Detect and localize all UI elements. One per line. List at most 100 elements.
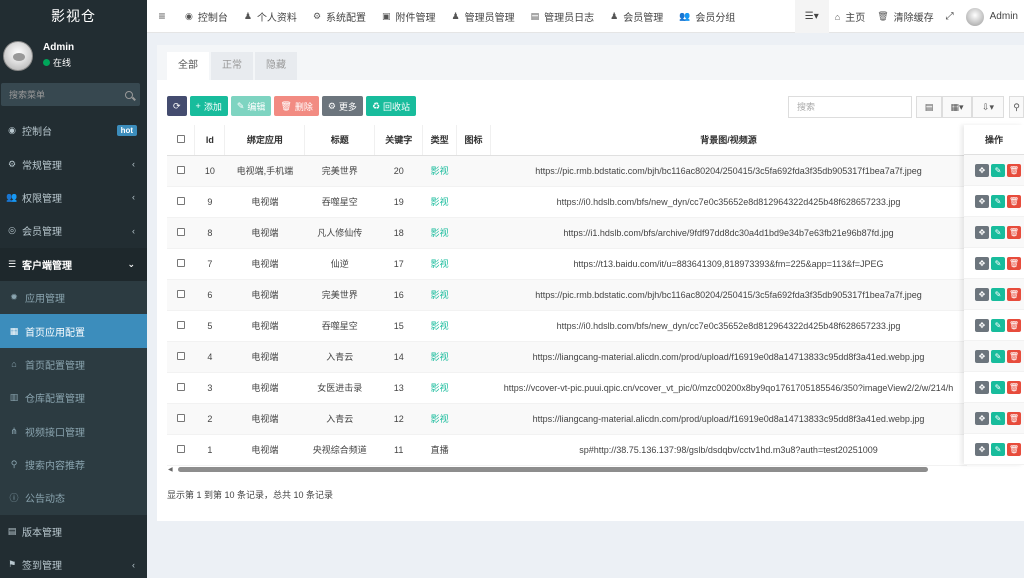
nav-tab-0[interactable]: ◉ 控制台 bbox=[177, 0, 236, 33]
cell-type[interactable]: 影视 bbox=[422, 186, 457, 218]
sidebar-item-5[interactable]: ✹ 应用管理 bbox=[0, 280, 147, 315]
nav-menu-dropdown[interactable]: ☰▾ bbox=[794, 0, 829, 33]
type-tag[interactable]: 影视 bbox=[431, 321, 449, 331]
delete-icon[interactable]: 🗑 bbox=[1007, 256, 1021, 270]
drag-move-icon[interactable]: ✥ bbox=[975, 318, 989, 332]
tab-2[interactable]: 隐藏 bbox=[255, 52, 297, 80]
tab-1[interactable]: 正常 bbox=[211, 52, 253, 80]
delete-icon[interactable]: 🗑 bbox=[1007, 225, 1021, 239]
table-row[interactable]: 1 电视端 央视综合频道 11 直播 sp#http://38.75.136.137:98… bbox=[167, 434, 967, 466]
type-tag[interactable]: 影视 bbox=[431, 259, 449, 269]
sidebar-search-input[interactable]: 搜索菜单 bbox=[1, 83, 140, 106]
delete-icon[interactable]: 🗑 bbox=[1007, 194, 1021, 208]
checkbox-icon[interactable] bbox=[176, 382, 185, 391]
edit-icon[interactable]: ✎ bbox=[991, 256, 1005, 270]
sidebar-item-4[interactable]: ☰ 客户端管理 ⌄ bbox=[0, 247, 147, 281]
drag-move-icon[interactable]: ✥ bbox=[975, 349, 989, 363]
nav-tab-6[interactable]: ♟ 会员管理 bbox=[602, 0, 671, 33]
cell-type[interactable]: 影视 bbox=[422, 341, 457, 373]
scroll-thumb[interactable] bbox=[178, 467, 928, 472]
more-button[interactable]: ⚙ 更多 bbox=[321, 96, 363, 116]
table-row[interactable]: 7 电视端 仙逆 17 影视 https://t13.baidu.com/it/u=883… bbox=[167, 248, 967, 280]
cell-type[interactable]: 影视 bbox=[422, 372, 457, 404]
table-row[interactable]: 8 电视端 凡人修仙传 18 影视 https://i1.hdslb.com/bfs/ar… bbox=[167, 217, 967, 249]
sidebar-item-6[interactable]: ▦ 首页应用配置 bbox=[0, 314, 147, 348]
type-tag[interactable]: 直播 bbox=[431, 445, 449, 455]
search-icon[interactable] bbox=[125, 90, 133, 99]
edit-icon[interactable]: ✎ bbox=[991, 318, 1005, 332]
print-button[interactable]: ▤ bbox=[916, 96, 942, 118]
checkbox-icon[interactable] bbox=[176, 227, 185, 236]
cell-type[interactable]: 影视 bbox=[422, 403, 457, 435]
edit-icon[interactable]: ✎ bbox=[991, 225, 1005, 239]
nav-tab-1[interactable]: ♟ 个人资料 bbox=[236, 0, 305, 33]
nav-tab-2[interactable]: ⚙ 系统配置 bbox=[305, 0, 374, 33]
edit-icon[interactable]: ✎ bbox=[991, 194, 1005, 208]
row-checkbox[interactable] bbox=[167, 372, 195, 404]
edit-icon[interactable]: ✎ bbox=[991, 349, 1005, 363]
export-dropdown[interactable]: ⇩▾ bbox=[972, 96, 1004, 118]
home-link[interactable]: ⌂ 主页 bbox=[829, 0, 871, 33]
sidebar-item-1[interactable]: ⚙ 常规管理 ‹ bbox=[0, 147, 147, 180]
table-row[interactable]: 4 电视端 入青云 14 影视 https://liangcang-material.al… bbox=[167, 341, 967, 373]
drag-move-icon[interactable]: ✥ bbox=[975, 225, 989, 239]
sidebar-item-2[interactable]: 👥 权限管理 ‹ bbox=[0, 181, 147, 214]
edit-icon[interactable]: ✎ bbox=[991, 287, 1005, 301]
sidebar-item-9[interactable]: ⋔ 视频接口管理 bbox=[0, 414, 147, 448]
edit-button[interactable]: ✎ 编辑 bbox=[230, 96, 272, 116]
type-tag[interactable]: 影视 bbox=[431, 383, 449, 393]
sidebar-item-7[interactable]: ⌂ 首页配置管理 bbox=[0, 347, 147, 382]
type-tag[interactable]: 影视 bbox=[431, 290, 449, 300]
nav-tab-4[interactable]: ♟ 管理员管理 bbox=[444, 0, 523, 33]
drag-move-icon[interactable]: ✥ bbox=[975, 442, 989, 456]
delete-icon[interactable]: 🗑 bbox=[1007, 318, 1021, 332]
checkbox-icon[interactable] bbox=[176, 413, 185, 422]
sidebar-item-3[interactable]: ◎ 会员管理 ‹ bbox=[0, 214, 147, 247]
row-checkbox[interactable] bbox=[167, 279, 195, 311]
delete-icon[interactable]: 🗑 bbox=[1007, 411, 1021, 425]
drag-move-icon[interactable]: ✥ bbox=[975, 380, 989, 394]
table-row[interactable]: 3 电视端 女医进击录 13 影视 https://vcover-vt-pic.puui.… bbox=[167, 372, 967, 404]
cell-type[interactable]: 影视 bbox=[422, 248, 457, 280]
type-tag[interactable]: 影视 bbox=[431, 352, 449, 362]
checkbox-icon[interactable] bbox=[176, 289, 185, 298]
advanced-search-button[interactable]: ⚲ bbox=[1009, 96, 1024, 118]
cell-type[interactable]: 影视 bbox=[422, 279, 457, 311]
scroll-left-icon[interactable]: ◀ bbox=[168, 466, 173, 473]
sidebar-item-8[interactable]: ▥ 仓库配置管理 bbox=[0, 381, 147, 415]
fullscreen-button[interactable]: ⤢ bbox=[940, 0, 960, 33]
type-tag[interactable]: 影视 bbox=[431, 166, 449, 176]
checkbox-icon[interactable] bbox=[176, 444, 185, 453]
row-checkbox[interactable] bbox=[167, 248, 195, 280]
horizontal-scrollbar[interactable]: ◀ bbox=[168, 466, 968, 473]
checkbox-icon[interactable] bbox=[176, 165, 185, 174]
admin-menu[interactable]: Admin bbox=[960, 0, 1024, 33]
nav-tab-5[interactable]: ▤ 管理员日志 bbox=[523, 0, 603, 33]
delete-button[interactable]: 🗑 删除 bbox=[274, 96, 319, 116]
table-row[interactable]: 6 电视端 完美世界 16 影视 https://pic.rmb.bdstatic.com… bbox=[167, 279, 967, 311]
tab-0[interactable]: 全部 bbox=[167, 52, 209, 80]
row-checkbox[interactable] bbox=[167, 217, 195, 249]
cell-type[interactable]: 直播 bbox=[422, 434, 457, 466]
table-row[interactable]: 5 电视端 吞噬星空 15 影视 https://i0.hdslb.com/bfs/new… bbox=[167, 310, 967, 342]
row-checkbox[interactable] bbox=[167, 341, 195, 373]
cell-type[interactable]: 影视 bbox=[422, 155, 457, 187]
table-row[interactable]: 2 电视端 入青云 12 影视 https://liangcang-material.al… bbox=[167, 403, 967, 435]
recycle-bin-button[interactable]: ♻ 回收站 bbox=[365, 96, 417, 116]
row-checkbox[interactable] bbox=[167, 155, 195, 187]
columns-dropdown[interactable]: ▦▾ bbox=[942, 96, 972, 118]
checkbox-icon[interactable] bbox=[176, 320, 185, 329]
table-search-input[interactable]: 搜索 bbox=[788, 96, 912, 118]
sidebar-item-13[interactable]: ⚑ 签到管理 ‹ bbox=[0, 548, 147, 578]
edit-icon[interactable]: ✎ bbox=[991, 442, 1005, 456]
checkbox-icon[interactable] bbox=[176, 258, 185, 267]
nav-tab-7[interactable]: 👥 会员分组 bbox=[671, 0, 743, 33]
type-tag[interactable]: 影视 bbox=[431, 197, 449, 207]
drag-move-icon[interactable]: ✥ bbox=[975, 256, 989, 270]
row-checkbox[interactable] bbox=[167, 434, 195, 466]
sidebar-item-10[interactable]: ⚲ 搜索内容推荐 bbox=[0, 447, 147, 482]
drag-move-icon[interactable]: ✥ bbox=[975, 287, 989, 301]
clear-cache-button[interactable]: 🗑 清除缓存 bbox=[871, 0, 939, 33]
row-checkbox[interactable] bbox=[167, 310, 195, 342]
checkbox-icon[interactable] bbox=[176, 196, 185, 205]
